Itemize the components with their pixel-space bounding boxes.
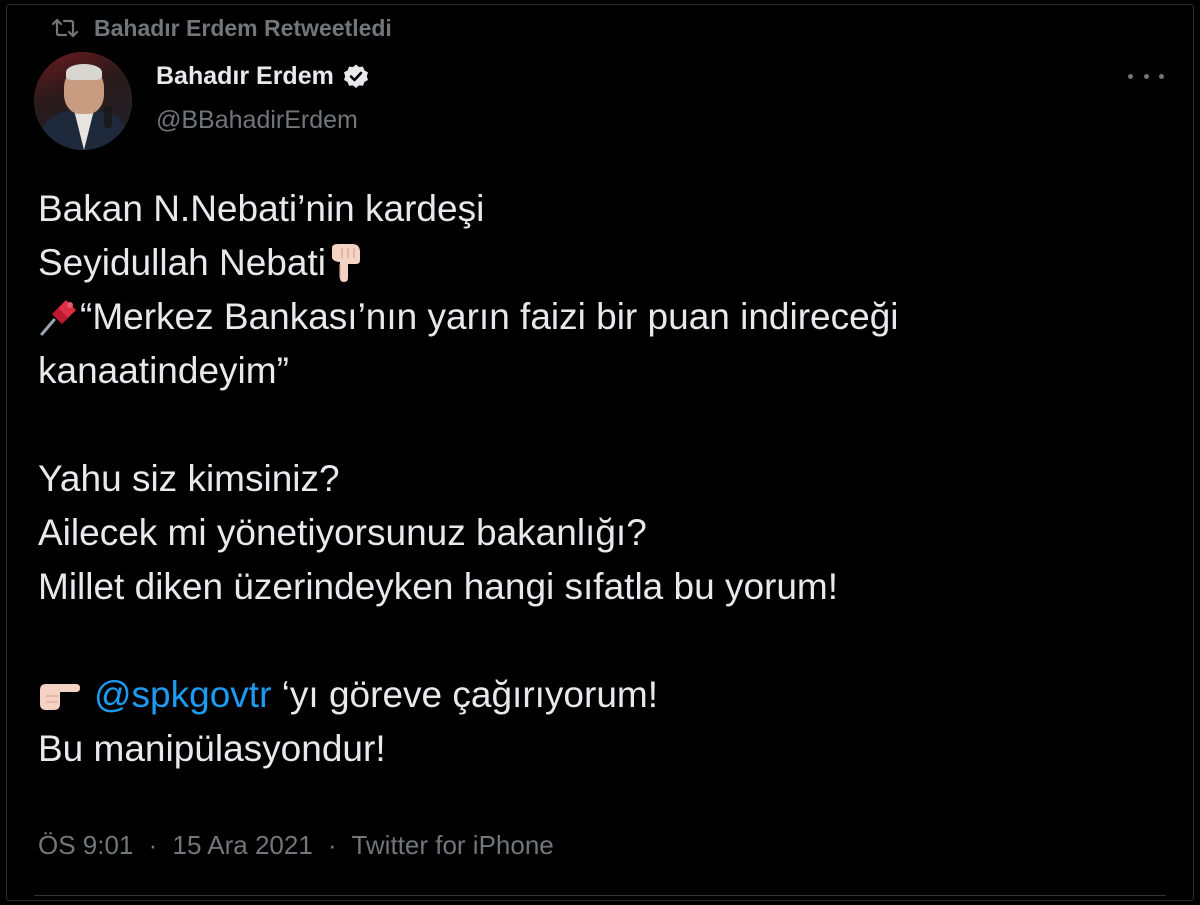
tweet-text: Bakan N.Nebati’nin kardeşi Seyidullah Ne… <box>38 182 1158 776</box>
meta-separator: · <box>148 830 158 860</box>
tweet-time[interactable]: ÖS 9:01 <box>38 830 133 860</box>
tweet-meta: ÖS 9:01 · 15 Ara 2021 · Twitter for iPho… <box>38 830 554 861</box>
tweet-line: Millet diken üzerindeyken hangi sıfatla … <box>38 566 839 607</box>
more-options-icon[interactable] <box>1128 66 1164 86</box>
pushpin-icon <box>40 300 76 336</box>
retweet-label: Bahadır Erdem Retweetledi <box>94 14 392 41</box>
author-name: Bahadır Erdem <box>156 62 334 90</box>
tweet-line: Bakan N.Nebati’nin kardeşi <box>38 188 485 229</box>
tweet-line: Seyidullah Nebati <box>38 236 1158 290</box>
tweet-line: kanaatindeyim” <box>38 350 289 391</box>
verified-badge-icon <box>343 64 368 88</box>
tweet-line: Bu manipülasyondur! <box>38 728 386 769</box>
tweet-line: Yahu siz kimsiniz? <box>38 458 340 499</box>
meta-separator: · <box>328 830 337 860</box>
avatar[interactable] <box>34 52 132 150</box>
backhand-index-pointing-down-icon <box>331 244 360 282</box>
retweet-context[interactable]: Bahadır Erdem Retweetledi <box>52 12 392 44</box>
tweet-line: “Merkez Bankası’nın yarın faizi bir puan… <box>38 290 1158 344</box>
tweet-source[interactable]: Twitter for iPhone <box>351 830 553 860</box>
tweet-line: @spkgovtr ‘yı göreve çağırıyorum! <box>38 668 1158 722</box>
retweet-icon <box>52 18 78 38</box>
author-name-link[interactable]: Bahadır Erdem <box>156 62 370 91</box>
backhand-index-pointing-right-icon <box>40 684 80 710</box>
tweet-line: Ailecek mi yönetiyorsunuz bakanlığı? <box>38 512 647 553</box>
mention-link[interactable]: @spkgovtr <box>94 668 271 722</box>
divider <box>34 895 1166 896</box>
author-handle[interactable]: @BBahadirErdem <box>156 106 358 135</box>
tweet-date[interactable]: 15 Ara 2021 <box>173 830 313 860</box>
